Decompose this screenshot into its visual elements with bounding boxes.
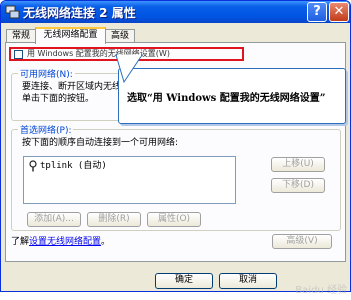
windows-config-checkbox[interactable] [14, 50, 23, 59]
add-button[interactable]: 添加(A)... [27, 212, 81, 227]
callout-pointer [115, 54, 143, 84]
available-networks-title: 可用网络(N): [18, 67, 75, 80]
advanced-button[interactable]: 高级(V) [272, 234, 332, 249]
learn-more-link[interactable]: 设置无线网络配置 [29, 237, 101, 247]
network-name: tplink (自动) [40, 161, 107, 171]
learn-more-prefix: 了解 [11, 237, 30, 247]
wireless-network-icon [28, 160, 38, 172]
properties-dialog: 无线网络连接 2 属性 ? ✕ 常规 无线网络配置 高级 用 Windows 配… [0, 0, 351, 292]
learn-more-row: 了解设置无线网络配置。 [11, 236, 110, 248]
cancel-button[interactable]: 取消 [219, 273, 277, 289]
move-up-button[interactable]: 上移(U) [271, 157, 325, 172]
watermark: Baidu 经验 [295, 285, 347, 296]
network-connection-icon [5, 5, 20, 19]
tab-general[interactable]: 常规 [6, 29, 36, 43]
tab-advanced[interactable]: 高级 [105, 29, 135, 43]
remove-button[interactable]: 删除(R) [87, 212, 141, 227]
preferred-networks-title: 首选网络(P): [18, 123, 74, 136]
properties-button[interactable]: 属性(O) [147, 212, 201, 227]
learn-more-suffix: 。 [101, 237, 111, 247]
callout-text: 选取“用 Windows 配置我的无线网络设置” [127, 93, 326, 104]
ok-button[interactable]: 确定 [155, 273, 213, 289]
title-bar[interactable]: 无线网络连接 2 属性 ? ✕ [1, 1, 350, 23]
close-button[interactable]: ✕ [329, 2, 349, 22]
tab-wireless-networks[interactable]: 无线网络配置 [35, 27, 106, 44]
help-button[interactable]: ? [307, 2, 327, 22]
available-networks-line2: 单击下面的按钮。 [22, 94, 95, 104]
window-title: 无线网络连接 2 属性 [23, 6, 136, 20]
move-down-button[interactable]: 下移(D) [271, 178, 325, 193]
preferred-networks-list[interactable]: tplink (自动) [23, 156, 236, 204]
preferred-networks-description: 按下面的顺序自动连接到一个可用网络: [22, 138, 179, 148]
